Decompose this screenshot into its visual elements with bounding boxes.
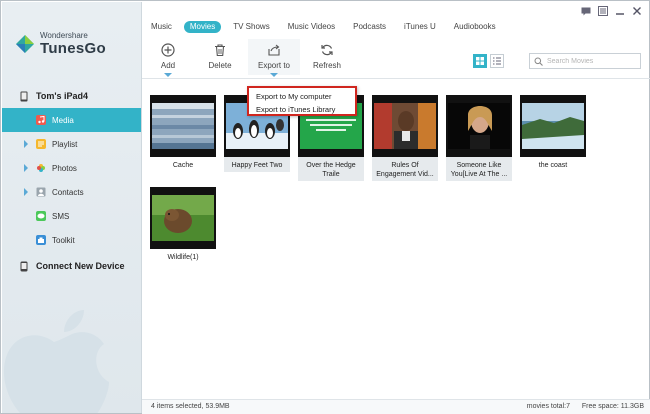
sidebar-item-label: Media bbox=[52, 115, 74, 125]
sidebar-item-toolkit[interactable]: Toolkit bbox=[2, 228, 141, 252]
export-label: Export to bbox=[257, 61, 290, 70]
movie-tile-rules-of-engagement[interactable]: Rules Of Engagement Vid... bbox=[372, 95, 438, 181]
tab-itunes-u[interactable]: iTunes U bbox=[404, 21, 436, 33]
tunesgo-logo-icon bbox=[16, 35, 34, 53]
grid-view-icon bbox=[476, 57, 484, 65]
list-view-button[interactable] bbox=[490, 54, 504, 68]
category-tabs: Music Movies TV Shows Music Videos Podca… bbox=[151, 21, 514, 33]
playlist-icon bbox=[36, 139, 46, 149]
phone-icon bbox=[20, 261, 28, 271]
tab-podcasts[interactable]: Podcasts bbox=[353, 21, 386, 33]
music-note-icon bbox=[36, 115, 46, 125]
logo-name: TunesGo bbox=[40, 40, 106, 57]
add-dropdown-arrow-icon[interactable] bbox=[164, 73, 172, 77]
add-icon bbox=[161, 43, 175, 57]
connect-label: Connect New Device bbox=[36, 261, 125, 271]
app-logo: Wondershare TunesGo bbox=[14, 32, 106, 56]
movie-thumbnail bbox=[372, 95, 438, 157]
movie-thumbnail bbox=[150, 187, 216, 249]
movie-title: Someone Like You[Live At The ... bbox=[450, 162, 508, 178]
feedback-icon[interactable] bbox=[580, 5, 592, 17]
sidebar-item-label: Toolkit bbox=[52, 235, 75, 245]
export-menu: Export to My computer Export to iTunes L… bbox=[247, 86, 357, 116]
sidebar-item-sms[interactable]: SMS bbox=[2, 204, 141, 228]
free-space: Free space: 11.3GB bbox=[581, 403, 644, 410]
movie-thumbnail bbox=[150, 95, 216, 157]
search-icon bbox=[534, 57, 543, 66]
selection-status: 4 items selected, 53.9MB bbox=[151, 403, 230, 410]
tab-music-videos[interactable]: Music Videos bbox=[288, 21, 335, 33]
window-controls bbox=[575, 5, 643, 17]
refresh-button[interactable]: Refresh bbox=[302, 43, 352, 70]
device-name: Tom's iPad4 bbox=[36, 91, 88, 101]
movies-total: movies total:7 bbox=[526, 403, 570, 410]
sidebar-item-photos[interactable]: Photos bbox=[2, 156, 141, 180]
export-button[interactable]: Export to bbox=[248, 39, 300, 77]
menu-icon[interactable] bbox=[597, 5, 609, 17]
ipad-icon bbox=[20, 91, 28, 101]
list-view-icon bbox=[493, 57, 501, 65]
movie-tile-wildlife[interactable]: Wildlife(1) bbox=[150, 187, 216, 262]
export-to-computer-item[interactable]: Export to My computer bbox=[249, 90, 355, 103]
delete-button[interactable]: Delete bbox=[195, 43, 245, 70]
expand-arrow-icon[interactable] bbox=[24, 140, 28, 148]
sidebar-item-label: Contacts bbox=[52, 187, 84, 197]
sidebar-item-media[interactable]: Media bbox=[2, 108, 141, 132]
expand-arrow-icon[interactable] bbox=[24, 164, 28, 172]
sidebar-nav: Media Playlist Photos Contacts SMS Toolk… bbox=[2, 108, 141, 252]
tab-audiobooks[interactable]: Audiobooks bbox=[454, 21, 496, 33]
sidebar-item-playlist[interactable]: Playlist bbox=[2, 132, 141, 156]
export-icon bbox=[268, 44, 280, 56]
tab-movies[interactable]: Movies bbox=[183, 21, 222, 33]
sidebar-item-label: Photos bbox=[52, 163, 77, 173]
movie-title: Happy Feet Two bbox=[231, 162, 283, 169]
movie-tile-someone-like-you[interactable]: Someone Like You[Live At The ... bbox=[446, 95, 512, 181]
sidebar-item-contacts[interactable]: Contacts bbox=[2, 180, 141, 204]
minimize-icon[interactable] bbox=[614, 5, 626, 17]
tab-tv-shows[interactable]: TV Shows bbox=[233, 21, 269, 33]
logo-brand: Wondershare bbox=[40, 31, 88, 40]
movie-tile-cache[interactable]: Cache bbox=[150, 95, 216, 170]
connect-new-device[interactable]: Connect New Device bbox=[2, 256, 141, 276]
sidebar: Wondershare TunesGo Tom's iPad4 Media Pl… bbox=[2, 2, 142, 413]
movie-title: Cache bbox=[172, 162, 194, 169]
movie-tile-the-coast[interactable]: the coast bbox=[520, 95, 586, 170]
photos-icon bbox=[37, 164, 45, 172]
refresh-label: Refresh bbox=[312, 61, 341, 70]
add-button[interactable]: Add bbox=[143, 43, 193, 77]
add-label: Add bbox=[160, 61, 176, 70]
grid-view-button[interactable] bbox=[473, 54, 487, 68]
movie-title: Over the Hedge Traile bbox=[306, 162, 356, 178]
tab-music[interactable]: Music bbox=[151, 21, 172, 33]
delete-label: Delete bbox=[208, 61, 232, 70]
status-bar: 4 items selected, 53.9MB movies total:7 … bbox=[142, 399, 650, 414]
trash-icon bbox=[215, 44, 225, 57]
sms-icon bbox=[36, 211, 46, 221]
movie-title: the coast bbox=[538, 162, 568, 169]
sidebar-item-label: Playlist bbox=[52, 139, 78, 149]
contacts-icon bbox=[36, 187, 46, 197]
view-toggle bbox=[473, 54, 507, 68]
device-header[interactable]: Tom's iPad4 bbox=[2, 86, 141, 106]
storage-status: movies total:7 Free space: 11.3GB bbox=[527, 403, 644, 410]
movie-thumbnail bbox=[446, 95, 512, 157]
search-box bbox=[529, 53, 641, 69]
apple-watermark-icon bbox=[4, 310, 109, 413]
sidebar-item-label: SMS bbox=[52, 211, 70, 221]
expand-arrow-icon[interactable] bbox=[24, 188, 28, 196]
export-dropdown-arrow-icon[interactable] bbox=[270, 73, 278, 77]
toolkit-icon bbox=[36, 235, 46, 245]
movie-title: Wildlife(1) bbox=[167, 254, 199, 261]
toolbar: Add Delete Export to Refresh Search Movi… bbox=[142, 35, 650, 79]
refresh-icon bbox=[321, 44, 333, 56]
app-window: Wondershare TunesGo Tom's iPad4 Media Pl… bbox=[0, 0, 650, 414]
export-to-itunes-item[interactable]: Export to iTunes Library bbox=[249, 103, 355, 116]
search-input[interactable] bbox=[547, 57, 637, 65]
movie-thumbnail bbox=[520, 95, 586, 157]
close-icon[interactable] bbox=[631, 5, 643, 17]
movie-title: Rules Of Engagement Vid... bbox=[376, 162, 434, 178]
